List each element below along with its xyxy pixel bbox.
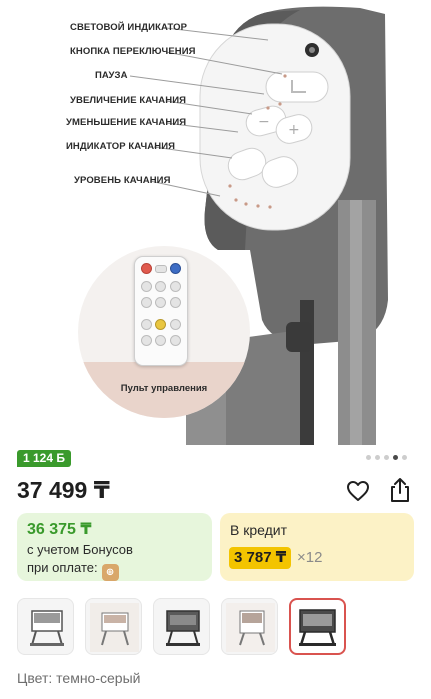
gallery-dot[interactable] <box>384 455 389 460</box>
remote-level-1-icon <box>141 319 152 330</box>
bonus-badge: 1 124 Б <box>17 450 71 467</box>
thumbnail-1[interactable] <box>17 598 74 655</box>
callout-swing-increase: УВЕЛИЧЕНИЕ КАЧАНИЯ <box>70 95 187 106</box>
gallery-dot[interactable] <box>402 455 407 460</box>
heart-icon <box>347 481 369 501</box>
remote-vol-minus-icon <box>155 281 166 292</box>
remote-next-icon <box>170 297 181 308</box>
credit-installment-badge: 3 787 ₸ <box>229 547 292 569</box>
crib-thumbnail-image <box>90 603 139 652</box>
crib-thumbnail-image <box>166 610 200 646</box>
gallery-dot[interactable] <box>375 455 380 460</box>
callout-swing-level: УРОВЕНЬ КАЧАНИЯ <box>74 175 171 186</box>
bonus-price-note-line2: при оплате: ⊕ <box>27 560 119 581</box>
callout-swing-indicator: ИНДИКАТОР КАЧАНИЯ <box>66 141 176 152</box>
color-label: Цвет: темно-серый <box>17 670 141 686</box>
remote-power-button-icon <box>141 263 152 274</box>
bonus-price-amount: 36 375 ₸ <box>27 521 92 538</box>
thumbnail-5-selected[interactable] <box>289 598 346 655</box>
remote-control-inset: Пульт управления <box>78 246 250 418</box>
callout-pause: ПАУЗА <box>95 70 128 81</box>
remote-prev-icon <box>141 297 152 308</box>
crib-thumbnail-image <box>30 610 64 646</box>
remote-play-icon <box>155 297 166 308</box>
share-button[interactable] <box>386 476 414 504</box>
remote-mode-button-icon <box>141 281 152 292</box>
thumbnail-4[interactable] <box>221 598 278 655</box>
bonus-coin-icon: ⊕ <box>101 564 119 581</box>
remote-vol-plus-icon <box>170 281 181 292</box>
svg-text:+: + <box>288 122 300 138</box>
product-image-gallery[interactable]: + − СВЕТОВОЙ ИНДИКАТОР КНОПКА ПЕРЕКЛЮЧЕН… <box>0 0 431 445</box>
callout-swing-decrease: УМЕНЬШЕНИЕ КАЧАНИЯ <box>66 117 187 128</box>
gallery-dot[interactable] <box>366 455 371 460</box>
gallery-dot-active[interactable] <box>393 455 398 460</box>
remote-level-2-icon <box>155 319 166 330</box>
product-price: 37 499 ₸ <box>17 477 110 503</box>
thumbnail-3[interactable] <box>153 598 210 655</box>
gallery-page-indicator <box>366 455 407 460</box>
crib-thumbnail-image <box>299 609 336 646</box>
remote-blue-button-icon <box>170 263 181 274</box>
callout-switch-button: КНОПКА ПЕРЕКЛЮЧЕНИЯ <box>70 46 196 57</box>
remote-music-button-icon <box>155 265 167 273</box>
thumbnail-2[interactable] <box>85 598 142 655</box>
thumbnail-strip <box>17 598 346 655</box>
credit-title: В кредит <box>230 522 288 538</box>
bonus-price-note-text: при оплате: <box>27 560 98 575</box>
remote-control-image <box>134 256 188 366</box>
remote-level-4-icon <box>141 335 152 346</box>
bonus-price-note-line1: с учетом Бонусов <box>27 542 133 557</box>
svg-text:−: − <box>258 114 270 130</box>
remote-caption: Пульт управления <box>120 383 208 394</box>
callout-light-indicator: СВЕТОВОЙ ИНДИКАТОР <box>70 22 188 33</box>
credit-months: ×12 <box>297 549 323 566</box>
crib-thumbnail-image <box>226 603 275 652</box>
remote-timer-icon <box>170 335 181 346</box>
remote-level-3-icon <box>170 319 181 330</box>
bonus-price-card[interactable]: 36 375 ₸ с учетом Бонусов при оплате: ⊕ <box>17 513 212 581</box>
credit-card[interactable]: В кредит 3 787 ₸ ×12 <box>220 513 414 581</box>
favorite-button[interactable] <box>344 477 372 505</box>
remote-level-5-icon <box>155 335 166 346</box>
share-icon <box>391 478 409 502</box>
